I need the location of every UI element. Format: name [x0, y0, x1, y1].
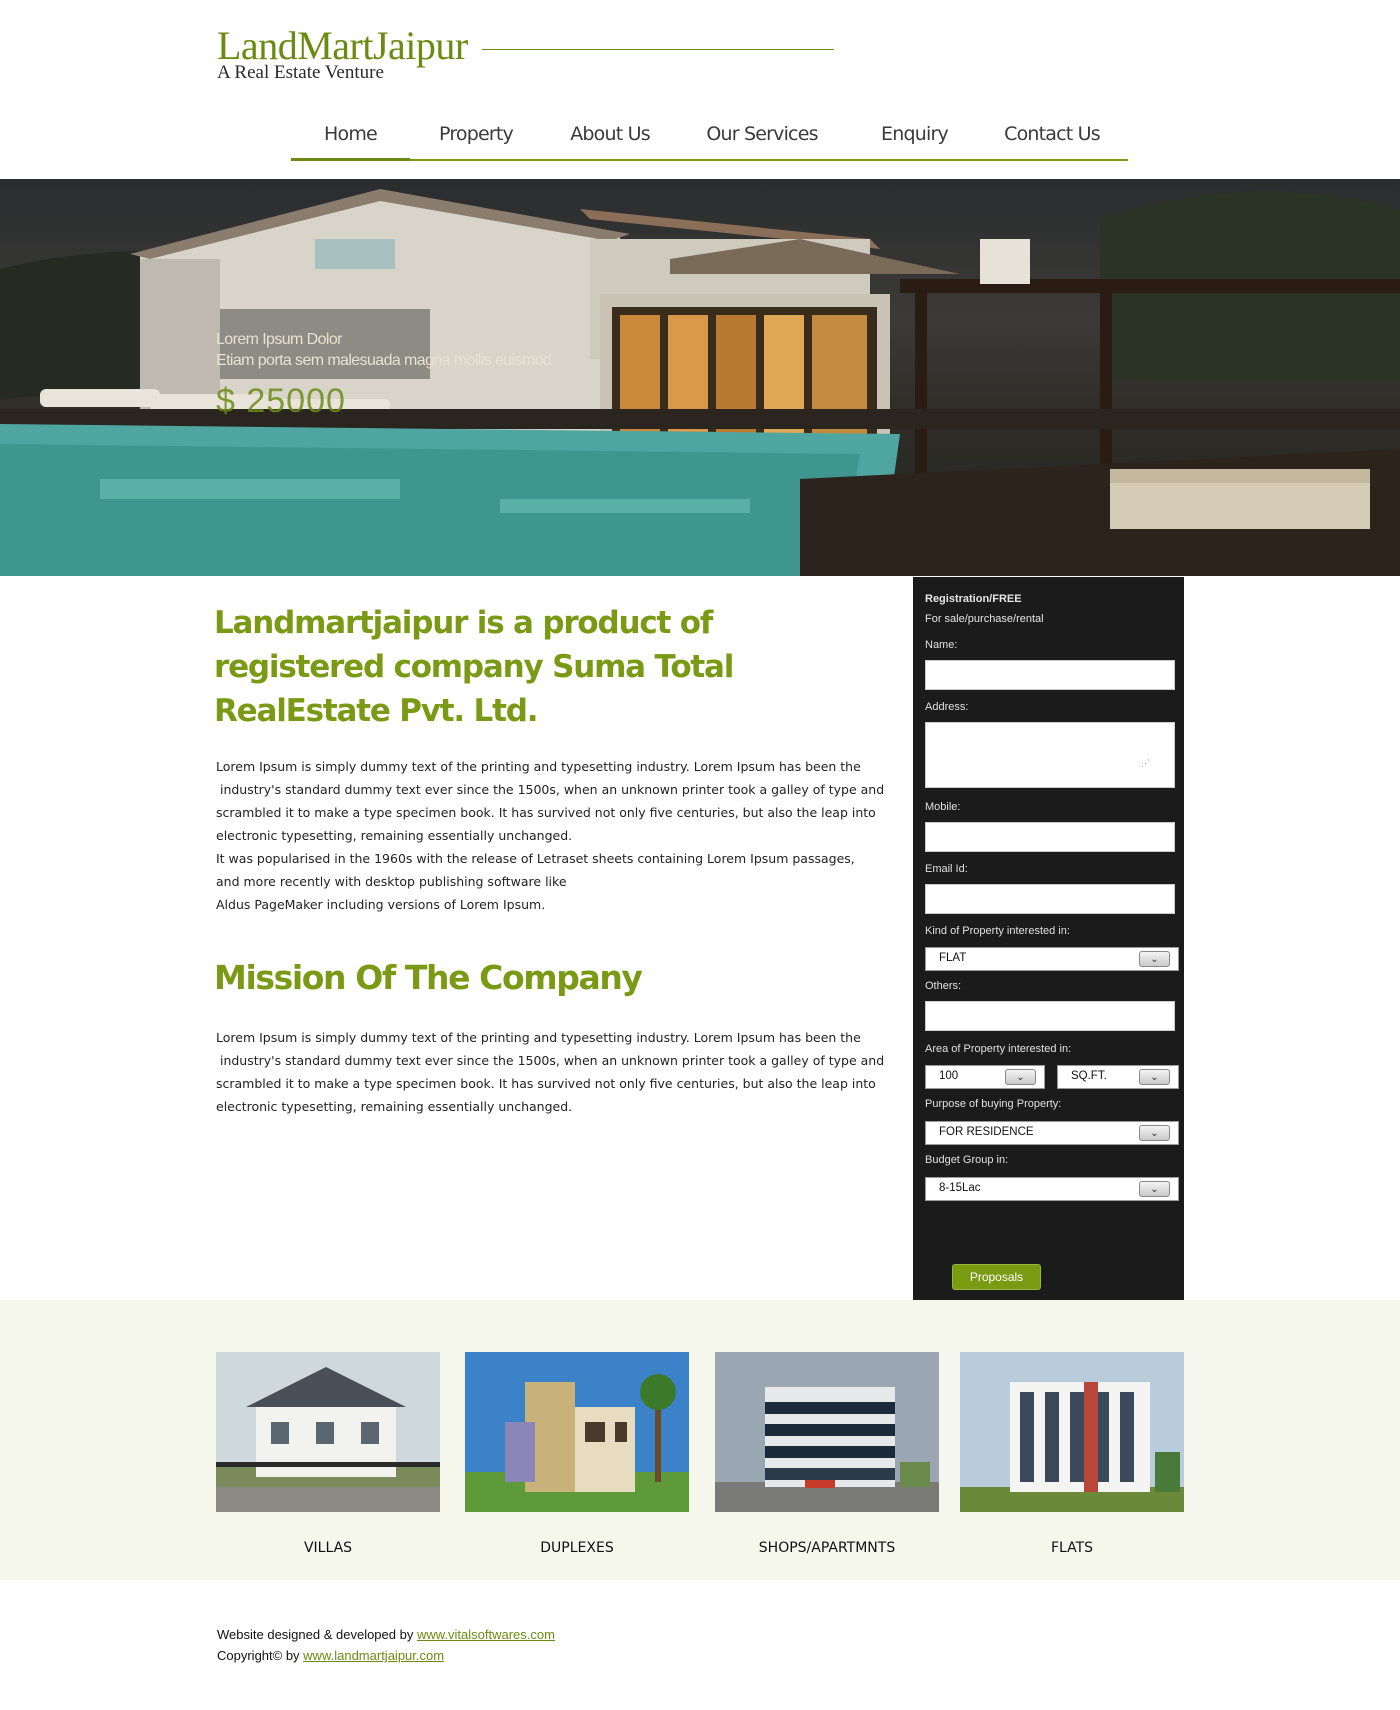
- hero-banner: Lorem Ipsum Dolor Etiam porta sem malesu…: [0, 179, 1400, 576]
- chevron-down-icon[interactable]: ⌄: [1005, 1069, 1036, 1085]
- form-subtitle: For sale/purchase/rental: [925, 613, 1044, 625]
- site-logo[interactable]: LandMartJaipur A Real Estate Venture: [217, 24, 468, 83]
- nav-enquiry[interactable]: Enquiry: [846, 115, 983, 161]
- property-label: SHOPS/APARTMNTS: [758, 1540, 896, 1556]
- mission-line: industry's standard dummy text ever sinc…: [216, 1053, 885, 1068]
- mission-line: Lorem Ipsum is simply dummy text of the …: [216, 1030, 861, 1045]
- address-textarea[interactable]: ⋰: [925, 722, 1175, 788]
- email-input[interactable]: [925, 884, 1175, 914]
- footer-copyright: Copyright© by www.landmartjaipur.com: [217, 1645, 555, 1666]
- name-input[interactable]: [925, 660, 1175, 690]
- intro-line: Aldus PageMaker including versions of Lo…: [216, 897, 546, 912]
- footer-credit: Website designed & developed by www.vita…: [217, 1624, 555, 1645]
- footer-copyright-text: Copyright© by: [217, 1648, 304, 1663]
- footer-credit-text: Website designed & developed by: [217, 1627, 417, 1642]
- purpose-label: Purpose of buying Property:: [925, 1098, 1062, 1110]
- area-value: 100: [939, 1070, 959, 1082]
- property-label: DUPLEXES: [540, 1540, 614, 1556]
- area-select[interactable]: 100 ⌄: [925, 1065, 1045, 1089]
- intro-paragraph: Lorem Ipsum is simply dummy text of the …: [216, 755, 885, 916]
- duplex-image[interactable]: [465, 1352, 689, 1512]
- chevron-down-icon[interactable]: ⌄: [1139, 1181, 1170, 1197]
- nav-our-services[interactable]: Our Services: [678, 115, 846, 161]
- purpose-value: FOR RESIDENCE: [939, 1126, 1034, 1138]
- intro-line: electronic typesetting, remaining essent…: [216, 828, 573, 843]
- site-link[interactable]: www.landmartjaipur.com: [303, 1648, 444, 1663]
- resize-handle-icon[interactable]: ⋰: [1141, 758, 1150, 769]
- mobile-input[interactable]: [925, 822, 1175, 852]
- footer: Website designed & developed by www.vita…: [217, 1624, 555, 1666]
- hero-caption: Lorem Ipsum Dolor Etiam porta sem malesu…: [216, 330, 552, 421]
- developer-link[interactable]: www.vitalsoftwares.com: [417, 1627, 555, 1642]
- property-card-flats[interactable]: FLATS: [960, 1352, 1184, 1556]
- property-label: FLATS: [1050, 1540, 1094, 1556]
- intro-line: and more recently with desktop publishin…: [216, 874, 567, 889]
- nav-contact-us[interactable]: Contact Us: [983, 115, 1121, 161]
- intro-line: scrambled it to make a type specimen boo…: [216, 805, 876, 820]
- mission-title: Mission Of The Company: [214, 958, 643, 997]
- chevron-down-icon[interactable]: ⌄: [1139, 1125, 1170, 1141]
- name-label: Name:: [925, 639, 958, 651]
- mission-line: electronic typesetting, remaining essent…: [216, 1099, 573, 1114]
- villa-image[interactable]: [216, 1352, 440, 1512]
- main-title: Landmartjaipur is a product of registere…: [214, 605, 734, 729]
- mission-line: scrambled it to make a type specimen boo…: [216, 1076, 876, 1091]
- registration-form: Registration/FREE For sale/purchase/rent…: [913, 577, 1184, 1300]
- mission-paragraph: Lorem Ipsum is simply dummy text of the …: [216, 1026, 885, 1118]
- others-input[interactable]: [925, 1001, 1175, 1031]
- form-title: Registration/FREE: [925, 593, 1022, 605]
- villa-pool-image: [0, 189, 1400, 576]
- budget-value: 8-15Lac: [939, 1182, 981, 1194]
- intro-line: Lorem Ipsum is simply dummy text of the …: [216, 759, 861, 774]
- property-card-duplexes[interactable]: DUPLEXES: [465, 1352, 689, 1556]
- intro-line: industry's standard dummy text ever sinc…: [216, 782, 885, 797]
- flats-image[interactable]: [960, 1352, 1184, 1512]
- area-label: Area of Property interested in:: [925, 1043, 1072, 1055]
- shops-image[interactable]: [715, 1352, 939, 1512]
- address-label: Address:: [925, 701, 969, 713]
- property-card-shops[interactable]: SHOPS/APARTMNTS: [715, 1352, 939, 1556]
- hero-price: $ 25000: [216, 382, 346, 420]
- budget-select[interactable]: 8-15Lac ⌄: [925, 1177, 1179, 1201]
- property-types: VILLAS DUPLEXES SHOPS/APARTMNTS FLATS: [0, 1300, 1400, 1580]
- main-nav: Home Property About Us Our Services Enqu…: [291, 115, 1128, 161]
- proposals-button[interactable]: Proposals: [952, 1264, 1041, 1290]
- hero-subheading: Etiam porta sem malesuada magna mollis e…: [216, 352, 552, 369]
- area-unit-value: SQ.FT.: [1071, 1070, 1107, 1082]
- email-label: Email Id:: [925, 863, 968, 875]
- property-label: VILLAS: [303, 1540, 353, 1556]
- nav-home[interactable]: Home: [291, 115, 410, 161]
- nav-about-us[interactable]: About Us: [542, 115, 678, 161]
- chevron-down-icon[interactable]: ⌄: [1139, 1069, 1170, 1085]
- logo-divider: [482, 49, 834, 50]
- intro-line: It was popularised in the 1960s with the…: [216, 851, 855, 866]
- hero-heading: Lorem Ipsum Dolor: [216, 331, 342, 348]
- property-card-villas[interactable]: VILLAS: [216, 1352, 440, 1556]
- mobile-label: Mobile:: [925, 801, 961, 813]
- area-unit-select[interactable]: SQ.FT. ⌄: [1057, 1065, 1179, 1089]
- budget-label: Budget Group in:: [925, 1154, 1009, 1166]
- kind-select[interactable]: FLAT ⌄: [925, 947, 1179, 971]
- kind-label: Kind of Property interested in:: [925, 925, 1070, 937]
- nav-property[interactable]: Property: [410, 115, 542, 161]
- kind-value: FLAT: [939, 952, 967, 964]
- purpose-select[interactable]: FOR RESIDENCE ⌄: [925, 1121, 1179, 1145]
- others-label: Others:: [925, 980, 962, 992]
- chevron-down-icon[interactable]: ⌄: [1139, 951, 1170, 967]
